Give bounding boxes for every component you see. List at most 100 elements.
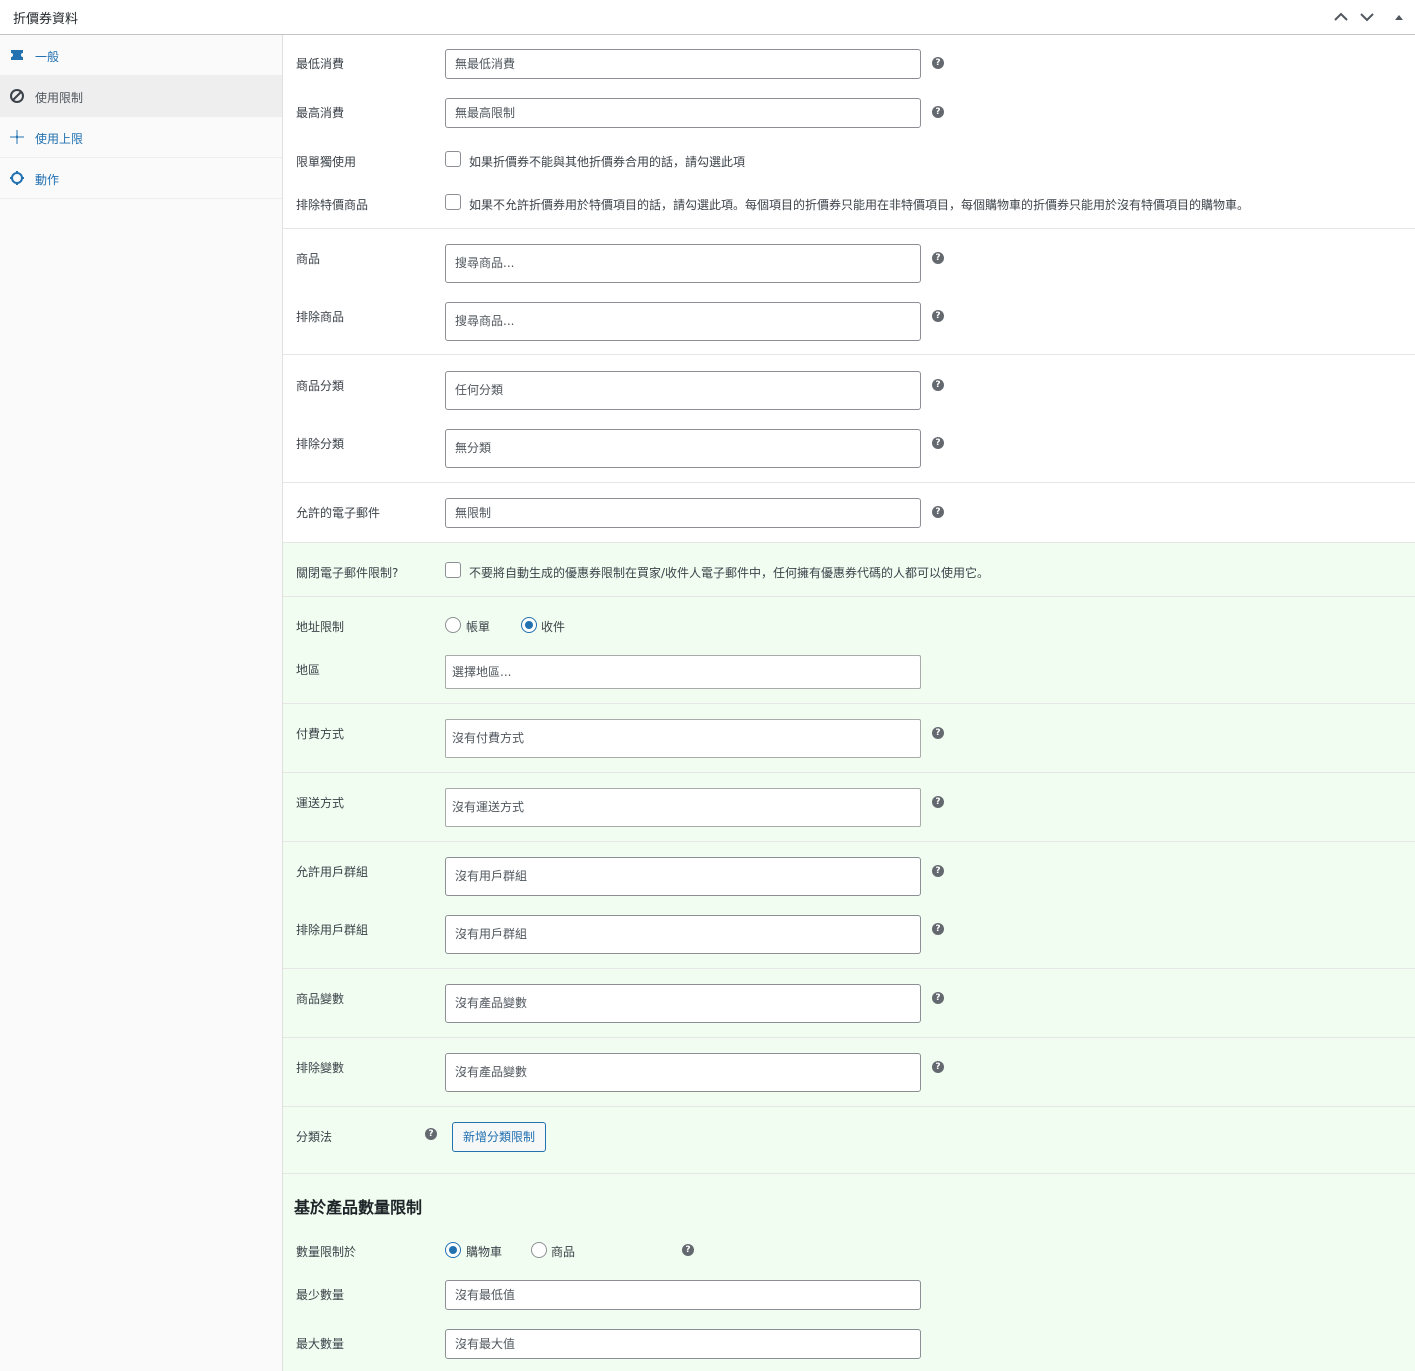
exclude-sale-items-label: 排除特價商品 <box>296 198 369 212</box>
help-icon[interactable]: ? <box>682 1244 694 1256</box>
allowed-emails-input[interactable]: 無限制 <box>445 498 921 528</box>
individual-use-description: 如果折價券不能與其他折價券合用的話，請勾選此項 <box>469 155 746 169</box>
disable-email-restriction-checkbox[interactable] <box>445 562 461 578</box>
taxonomy-label: 分類法 <box>296 1130 333 1144</box>
help-icon[interactable]: ? <box>932 310 944 322</box>
divider <box>283 841 1415 842</box>
shipping-methods-select[interactable]: 沒有運送方式 <box>445 788 921 827</box>
block-icon <box>9 88 25 104</box>
tab-usage-limits[interactable]: 使用上限 <box>0 117 282 158</box>
help-icon[interactable]: ? <box>932 437 944 449</box>
chevron-up-icon <box>1334 12 1348 21</box>
exclude-sale-items-description: 如果不允許折價券用於特價項目的話，請勾選此項。每個項目的折價券只能用在非特價項目… <box>469 198 1250 212</box>
help-icon[interactable]: ? <box>932 106 944 118</box>
address-billing-radio[interactable] <box>445 617 461 633</box>
exclude-variations-select[interactable]: 沒有產品變數 <box>445 1053 921 1092</box>
tab-usage-restriction[interactable]: 使用限制 <box>0 76 282 117</box>
divider <box>283 596 1415 597</box>
divider <box>283 1037 1415 1038</box>
quantity-section-title: 基於產品數量限制 <box>294 1198 423 1217</box>
min-quantity-label: 最少數量 <box>296 1288 345 1302</box>
help-icon[interactable]: ? <box>932 379 944 391</box>
chevron-down-icon <box>1360 13 1374 22</box>
help-icon[interactable]: ? <box>425 1128 437 1140</box>
limit-on-product-radio[interactable] <box>531 1242 547 1258</box>
add-taxonomy-restriction-button[interactable]: 新增分類限制 <box>452 1122 547 1152</box>
divider <box>283 703 1415 704</box>
divider <box>283 482 1415 483</box>
address-restriction-label: 地址限制 <box>296 620 345 634</box>
move-up-button[interactable] <box>1331 7 1351 27</box>
divider <box>283 968 1415 969</box>
exclude-user-groups-label: 排除用戶群組 <box>296 923 369 937</box>
product-variations-select[interactable]: 沒有產品變數 <box>445 984 921 1023</box>
help-icon[interactable]: ? <box>932 57 944 69</box>
region-label: 地區 <box>296 663 321 677</box>
toggle-panel-button[interactable] <box>1389 7 1409 27</box>
divider <box>283 1173 1415 1174</box>
products-search-input[interactable]: 搜尋商品... <box>445 244 921 283</box>
move-down-button[interactable] <box>1357 7 1377 27</box>
individual-use-label: 限單獨使用 <box>296 155 357 169</box>
ticket-icon <box>9 47 25 63</box>
max-quantity-label: 最大數量 <box>296 1337 345 1351</box>
address-shipping-radio[interactable] <box>521 617 537 633</box>
panel-title: 折價券資料 <box>13 12 79 27</box>
limit-on-cart-label: 購物車 <box>466 1245 503 1259</box>
limit-on-cart-radio[interactable] <box>445 1242 461 1258</box>
coupon-data-panel: 折價券資料 一般 使用限制 使用上限 動作 最低消費 無最低消費 ? 最高消費 … <box>0 0 1415 1371</box>
exclude-categories-select[interactable]: 無分類 <box>445 429 921 468</box>
shipping-methods-label: 運送方式 <box>296 796 345 810</box>
address-shipping-label: 收件 <box>541 620 566 634</box>
max-quantity-input[interactable]: 沒有最大值 <box>445 1329 921 1359</box>
tab-general[interactable]: 一般 <box>0 35 282 76</box>
help-icon[interactable]: ? <box>932 992 944 1004</box>
exclude-products-label: 排除商品 <box>296 310 345 324</box>
max-spend-label: 最高消費 <box>296 106 345 120</box>
tab-label: 使用限制 <box>35 91 84 105</box>
exclude-products-search-input[interactable]: 搜尋商品... <box>445 302 921 341</box>
min-spend-input[interactable]: 無最低消費 <box>445 49 921 79</box>
min-quantity-input[interactable]: 沒有最低值 <box>445 1280 921 1310</box>
tab-actions[interactable]: 動作 <box>0 158 282 199</box>
tab-label: 動作 <box>35 173 60 187</box>
disable-email-restriction-label: 關閉電子郵件限制? <box>296 566 399 580</box>
disable-email-restriction-description: 不要將自動生成的優惠券限制在買家/收件人電子郵件中，任何擁有優惠券代碼的人都可以… <box>469 566 990 580</box>
tab-label: 使用上限 <box>35 132 84 146</box>
region-select[interactable]: 選擇地區... <box>445 655 921 689</box>
exclude-user-groups-select[interactable]: 沒有用戶群組 <box>445 915 921 954</box>
divider <box>283 542 1415 543</box>
exclude-sale-items-checkbox[interactable] <box>445 194 461 210</box>
help-icon[interactable]: ? <box>932 865 944 877</box>
allowed-user-groups-select[interactable]: 沒有用戶群組 <box>445 857 921 896</box>
exclude-categories-label: 排除分類 <box>296 437 345 451</box>
payment-methods-select[interactable]: 沒有付費方式 <box>445 719 921 758</box>
divider <box>283 1106 1415 1107</box>
help-icon[interactable]: ? <box>932 923 944 935</box>
help-icon[interactable]: ? <box>932 1061 944 1073</box>
sparkle-icon <box>9 129 25 145</box>
divider <box>283 354 1415 355</box>
divider <box>283 228 1415 229</box>
allowed-emails-label: 允許的電子郵件 <box>296 506 381 520</box>
products-label: 商品 <box>296 252 321 266</box>
max-spend-input[interactable]: 無最高限制 <box>445 98 921 128</box>
help-icon[interactable]: ? <box>932 796 944 808</box>
divider <box>283 772 1415 773</box>
exclude-variations-label: 排除變數 <box>296 1061 345 1075</box>
tab-label: 一般 <box>35 50 60 64</box>
individual-use-checkbox[interactable] <box>445 151 461 167</box>
product-categories-label: 商品分類 <box>296 379 345 393</box>
triangle-up-icon <box>1395 15 1403 20</box>
help-icon[interactable]: ? <box>932 727 944 739</box>
help-icon[interactable]: ? <box>932 506 944 518</box>
product-categories-select[interactable]: 任何分類 <box>445 371 921 410</box>
payment-methods-label: 付費方式 <box>296 727 345 741</box>
address-billing-label: 帳單 <box>466 620 491 634</box>
limit-on-product-label: 商品 <box>551 1245 576 1259</box>
usage-restriction-panel: 最低消費 無最低消費 ? 最高消費 無最高限制 ? 限單獨使用 如果折價券不能與… <box>283 35 1415 1371</box>
cog-icon <box>9 170 25 186</box>
help-icon[interactable]: ? <box>932 252 944 264</box>
coupon-tabs: 一般 使用限制 使用上限 動作 <box>0 35 283 1371</box>
allowed-user-groups-label: 允許用戶群組 <box>296 865 369 879</box>
